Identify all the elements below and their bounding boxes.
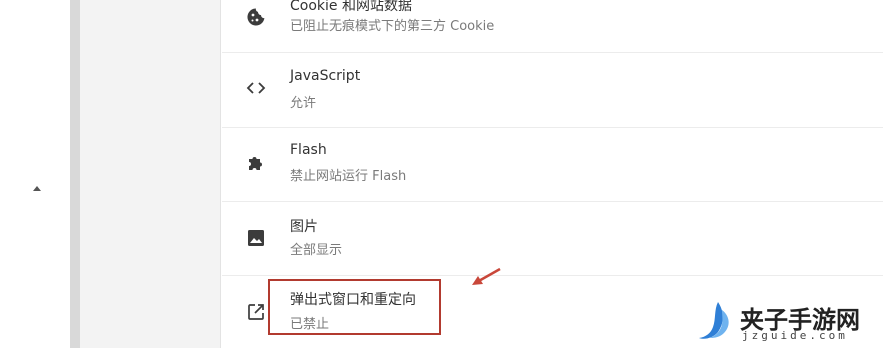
setting-title: 图片 (290, 219, 318, 235)
setting-row-flash[interactable]: Flash 禁止网站运行 Flash (222, 130, 883, 204)
scroll-up-arrow-icon[interactable] (33, 186, 41, 191)
row-separator (222, 201, 883, 202)
open-in-new-icon (245, 301, 267, 323)
image-icon (245, 227, 267, 249)
row-separator (222, 127, 883, 128)
sidebar-edge (70, 0, 80, 348)
puzzle-piece-icon (245, 152, 267, 174)
setting-title: JavaScript (290, 68, 361, 84)
setting-title: Flash (290, 142, 327, 158)
watermark: 夹子手游网 jzguide.com (692, 296, 878, 348)
sidebar-gutter (70, 0, 220, 348)
setting-subtitle: 禁止网站运行 Flash (290, 169, 407, 184)
code-brackets-icon (245, 77, 267, 99)
row-separator (222, 275, 883, 276)
setting-row-javascript[interactable]: JavaScript 允许 (222, 56, 883, 130)
annotation-arrow-icon (472, 267, 501, 285)
watermark-url: jzguide.com (742, 329, 848, 342)
setting-title: Cookie 和网站数据 (290, 0, 412, 14)
setting-subtitle: 全部显示 (290, 243, 343, 258)
row-separator (222, 52, 883, 53)
left-pane (0, 0, 70, 348)
annotation-highlight-box (268, 279, 441, 335)
cookie-icon (245, 6, 267, 28)
setting-row-images[interactable]: 图片 全部显示 (222, 204, 883, 278)
setting-subtitle: 已阻止无痕模式下的第三方 Cookie (290, 19, 495, 34)
watermark-logo-icon (699, 302, 729, 339)
content-divider (220, 0, 221, 348)
setting-subtitle: 允许 (290, 96, 317, 111)
